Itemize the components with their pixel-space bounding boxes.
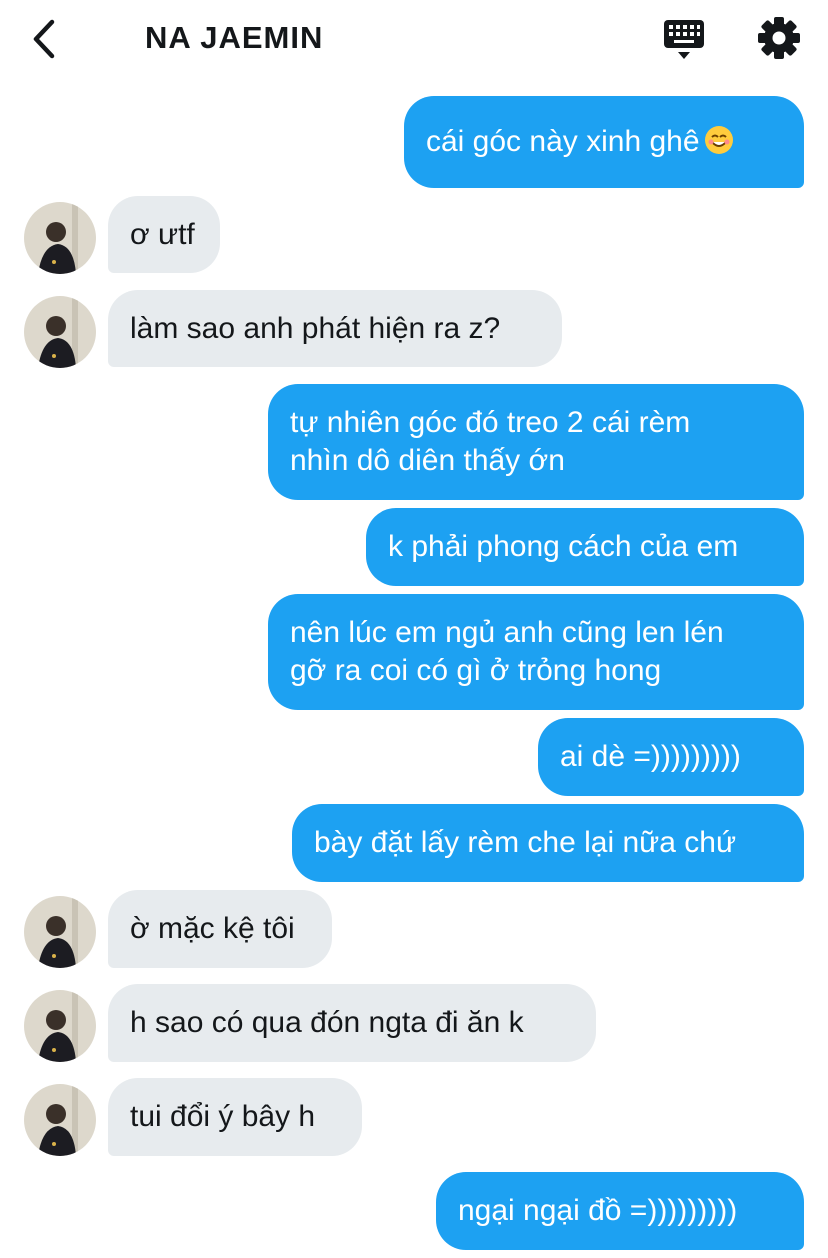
message-text: ngại ngại đồ =))))))))) <box>458 1194 738 1227</box>
message-text: tui đổi ý bây h <box>130 1100 316 1133</box>
message-bubble[interactable]: ngại ngại đồ =))))))))) <box>436 1172 804 1250</box>
message-text: cái góc này xinh ghê <box>426 125 734 158</box>
chat-header: NA JAEMIN <box>0 0 828 80</box>
message-text: ơ ưtf <box>130 218 195 251</box>
message-text: h sao có qua đón ngta đi ăn k <box>130 1006 524 1039</box>
keyboard-icon[interactable] <box>662 18 706 62</box>
message-bubble[interactable]: ai dè =))))))))) <box>538 718 804 796</box>
message-text: ai dè =))))))))) <box>560 740 741 773</box>
message-text: bày đặt lấy rèm che lại nữa chứ <box>314 826 737 859</box>
avatar[interactable] <box>24 296 96 368</box>
message-bubble[interactable]: cái góc này xinh ghê <box>404 96 804 188</box>
message-text: làm sao anh phát hiện ra z? <box>130 312 501 345</box>
message-text-line: gỡ ra coi có gì ở trỏng hong <box>290 654 662 687</box>
chevron-left-icon[interactable] <box>28 18 60 60</box>
smiling-face-icon <box>704 126 733 154</box>
message-bubble[interactable]: bày đặt lấy rèm che lại nữa chứ <box>292 804 804 882</box>
message-text: ờ mặc kệ tôi <box>130 912 295 945</box>
gear-icon[interactable] <box>757 16 801 60</box>
message-bubble[interactable]: ờ mặc kệ tôi <box>108 890 332 968</box>
message-bubble[interactable]: tui đổi ý bây h <box>108 1078 362 1156</box>
avatar[interactable] <box>24 896 96 968</box>
message-bubble[interactable]: k phải phong cách của em <box>366 508 804 586</box>
message-bubble[interactable]: nên lúc em ngủ anh cũng len lén gỡ ra co… <box>268 594 804 710</box>
avatar[interactable] <box>24 202 96 274</box>
message-text-line: nhìn dô diên thấy ớn <box>290 444 565 477</box>
conversation-title: NA JAEMIN <box>145 20 324 55</box>
avatar[interactable] <box>24 990 96 1062</box>
message-bubble[interactable]: tự nhiên góc đó treo 2 cái rèm nhìn dô d… <box>268 384 804 500</box>
message-text-line: tự nhiên góc đó treo 2 cái rèm <box>290 406 691 439</box>
message-bubble[interactable]: làm sao anh phát hiện ra z? <box>108 290 562 367</box>
message-bubble[interactable]: h sao có qua đón ngta đi ăn k <box>108 984 596 1062</box>
avatar[interactable] <box>24 1084 96 1156</box>
message-text: k phải phong cách của em <box>388 530 739 563</box>
message-text-line: nên lúc em ngủ anh cũng len lén <box>290 616 724 649</box>
message-bubble[interactable]: ơ ưtf <box>108 196 220 273</box>
